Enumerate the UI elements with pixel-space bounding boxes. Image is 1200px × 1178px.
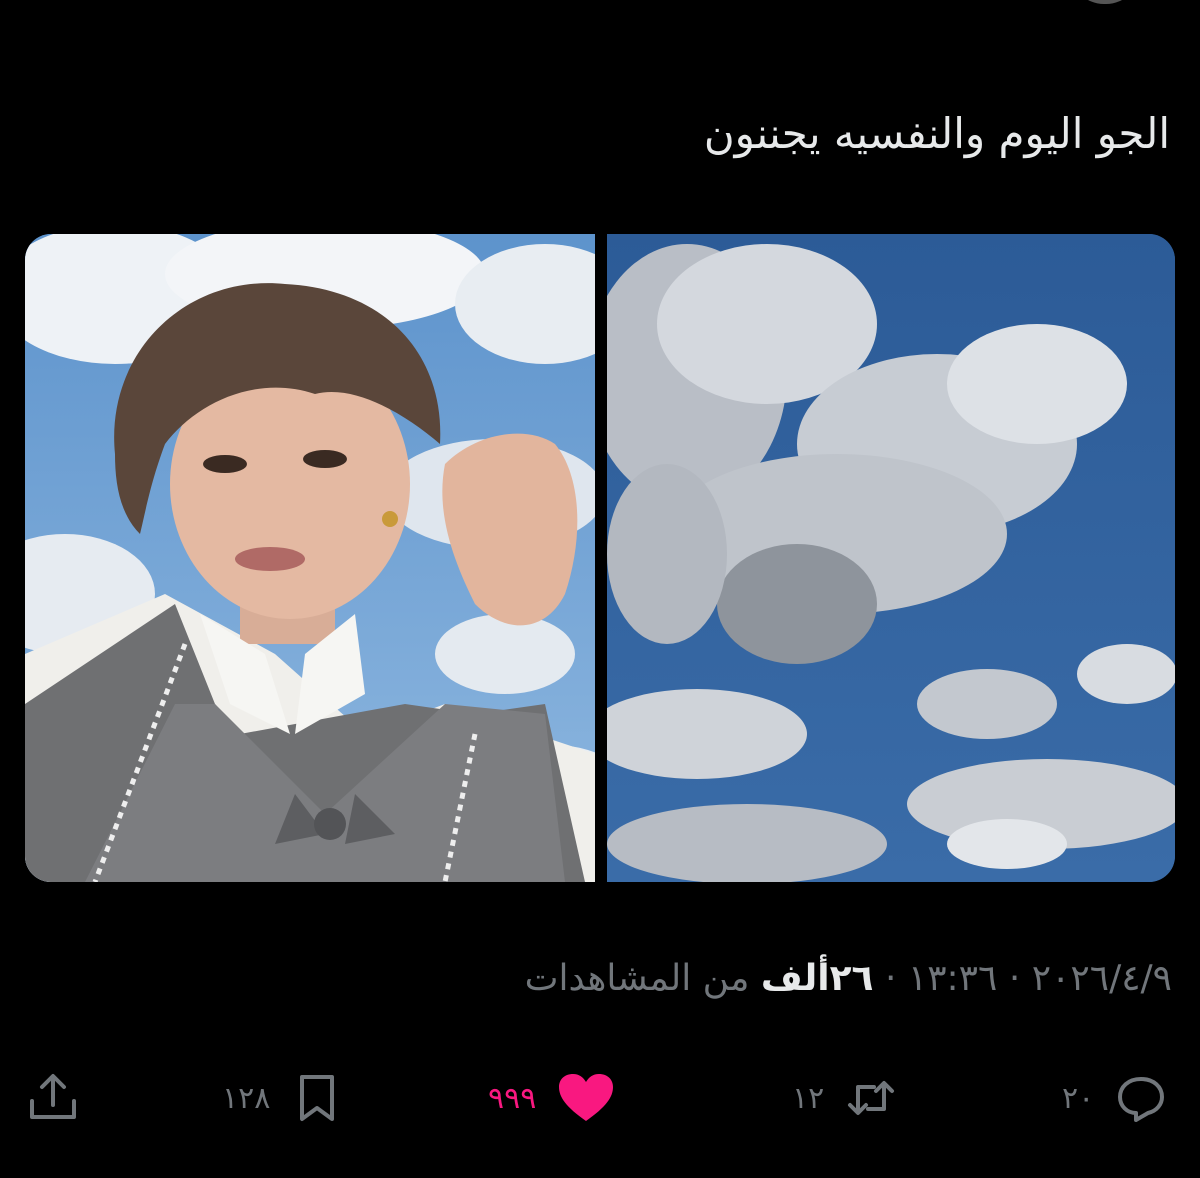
share-button[interactable]	[26, 1060, 80, 1136]
media-grid	[25, 234, 1175, 882]
bookmark-button[interactable]: ١٢٨	[222, 1060, 344, 1136]
share-icon	[26, 1071, 80, 1125]
reply-button[interactable]: ٢٠	[1062, 1060, 1168, 1136]
meta-separator: ·	[1008, 958, 1021, 999]
like-button[interactable]: ٩٩٩	[488, 1060, 616, 1136]
retweet-icon	[844, 1071, 898, 1125]
tweet-text: الجو اليوم والنفسيه يجننون	[703, 109, 1170, 158]
views-count[interactable]: ٢٦ألف	[761, 958, 874, 999]
tweet-date: ٢٠٢٦/٤/٩	[1031, 958, 1172, 999]
reply-count: ٢٠	[1062, 1080, 1095, 1116]
tweet-time: ١٣:٣٦	[907, 958, 998, 999]
sky-photo[interactable]	[607, 234, 1175, 882]
retweet-button[interactable]: ١٢	[792, 1060, 898, 1136]
views-label: من المشاهدات	[524, 958, 750, 999]
tweet-meta: ٢٠٢٦/٤/٩ · ١٣:٣٦ · ٢٦ألف من المشاهدات	[525, 958, 1172, 999]
media-divider	[595, 234, 607, 882]
action-bar: ٢٠ ١٢ ٩٩٩ ١٢٨	[0, 1060, 1200, 1136]
portrait-photo[interactable]	[25, 234, 595, 882]
reply-icon	[1114, 1071, 1168, 1125]
like-count: ٩٩٩	[488, 1080, 537, 1116]
bookmark-icon	[290, 1071, 344, 1125]
heart-icon	[556, 1071, 616, 1125]
bookmark-count: ١٢٨	[222, 1080, 271, 1116]
avatar[interactable]	[1070, 0, 1140, 4]
meta-separator: ·	[884, 958, 897, 999]
retweet-count: ١٢	[792, 1080, 825, 1116]
